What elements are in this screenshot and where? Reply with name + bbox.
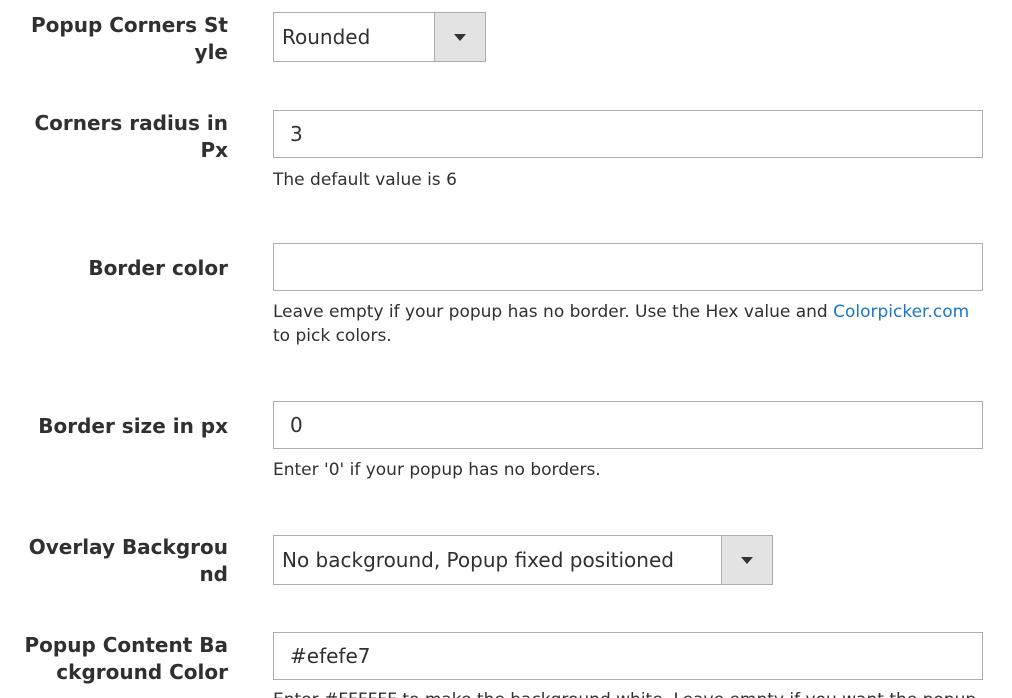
- corners-radius-note: The default value is 6: [273, 170, 457, 190]
- border-size-input[interactable]: 0: [273, 401, 983, 449]
- popup-settings-form: Popup Corners Style Rounded Corners radi…: [0, 0, 1012, 698]
- colorpicker-link[interactable]: Colorpicker.com: [833, 302, 969, 322]
- border-color-label: Border color: [88, 256, 228, 280]
- overlay-background-label: Overlay Background: [28, 535, 228, 586]
- border-color-input[interactable]: [273, 243, 983, 291]
- content-bg-color-input[interactable]: #efefe7: [273, 632, 983, 680]
- chevron-down-icon: [454, 34, 466, 41]
- corners-radius-label: Corners radius in Px: [34, 111, 228, 162]
- overlay-background-select[interactable]: No background, Popup fixed positioned: [273, 535, 773, 585]
- corners-radius-input[interactable]: 3: [273, 110, 983, 158]
- corners-style-select[interactable]: Rounded: [273, 12, 486, 62]
- chevron-down-icon: [741, 557, 753, 564]
- corners-style-dropdown-button[interactable]: [434, 13, 485, 61]
- overlay-background-value: No background, Popup fixed positioned: [282, 548, 674, 572]
- overlay-background-dropdown-button[interactable]: [721, 536, 772, 584]
- corners-style-value: Rounded: [282, 25, 371, 49]
- row-overlay-background: Overlay Background No background, Popup …: [0, 534, 1012, 586]
- content-bg-color-label: Popup Content Background Color: [24, 633, 228, 684]
- border-size-note: Enter '0' if your popup has no borders.: [273, 460, 601, 480]
- content-bg-color-note: Enter #FFFFFF to make the background whi…: [273, 688, 988, 698]
- border-color-note-text: Leave empty if your popup has no border.…: [273, 302, 834, 322]
- corners-style-label: Popup Corners Style: [30, 13, 228, 64]
- border-color-note-text-end: to pick colors.: [273, 326, 392, 346]
- border-size-label: Border size in px: [38, 414, 228, 438]
- row-corners-style: Popup Corners Style Rounded: [0, 12, 1012, 64]
- border-color-note: Leave empty if your popup has no border.…: [273, 300, 988, 348]
